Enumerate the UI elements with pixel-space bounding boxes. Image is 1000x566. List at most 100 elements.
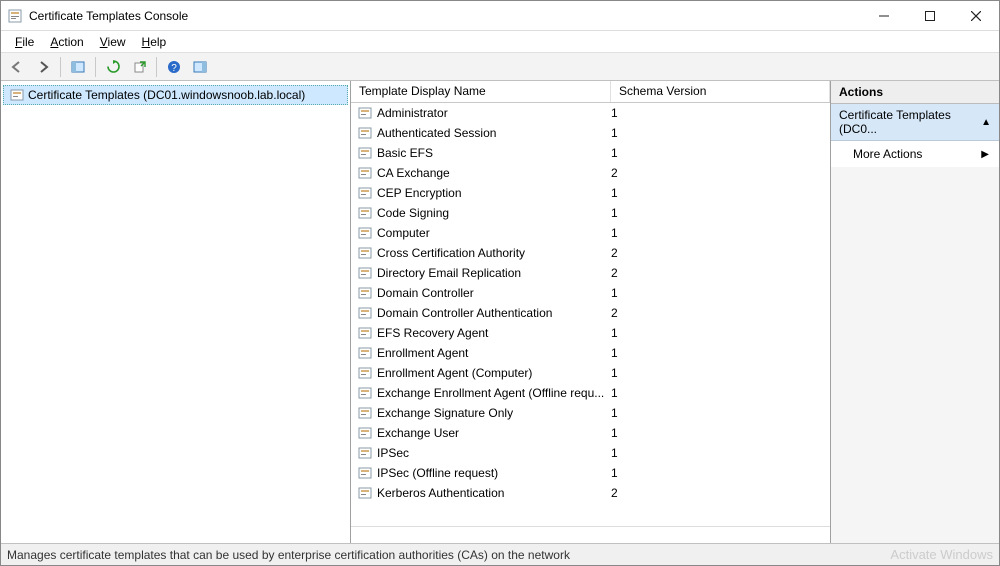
template-name: Domain Controller [377,286,611,300]
template-name: Administrator [377,106,611,120]
list-item[interactable]: IPSec (Offline request)1 [351,463,830,483]
certificate-template-icon [357,325,373,341]
menu-file[interactable]: FFileile [9,33,40,51]
template-schema: 1 [611,326,830,340]
minimize-button[interactable] [861,1,907,31]
list-item[interactable]: Exchange Enrollment Agent (Offline requ.… [351,383,830,403]
back-button[interactable] [5,56,29,78]
show-hide-actions-button[interactable] [188,56,212,78]
template-name: Exchange User [377,426,611,440]
template-name: Directory Email Replication [377,266,611,280]
actions-header: Actions [831,81,999,104]
certificate-template-icon [357,465,373,481]
forward-button[interactable] [31,56,55,78]
template-schema: 2 [611,166,830,180]
template-schema: 1 [611,106,830,120]
list-pane: Template Display Name Schema Version Adm… [351,81,831,543]
list-item[interactable]: Enrollment Agent (Computer)1 [351,363,830,383]
menu-help[interactable]: Help [136,33,173,51]
show-hide-tree-button[interactable] [66,56,90,78]
app-icon [7,8,23,24]
certificate-template-icon [357,345,373,361]
template-schema: 2 [611,246,830,260]
template-name: Code Signing [377,206,611,220]
template-name: Enrollment Agent [377,346,611,360]
template-schema: 1 [611,346,830,360]
actions-group[interactable]: Certificate Templates (DC0... ▲ [831,104,999,141]
template-name: Computer [377,226,611,240]
template-schema: 1 [611,186,830,200]
template-schema: 2 [611,266,830,280]
toolbar-separator [95,57,96,77]
list-item[interactable]: Basic EFS1 [351,143,830,163]
template-name: EFS Recovery Agent [377,326,611,340]
list-item[interactable]: Directory Email Replication2 [351,263,830,283]
certificate-template-icon [357,145,373,161]
list-item[interactable]: Kerberos Authentication2 [351,483,830,503]
list-body[interactable]: Administrator1Authenticated Session1Basi… [351,103,830,526]
title-bar: Certificate Templates Console [1,1,999,31]
list-item[interactable]: CEP Encryption1 [351,183,830,203]
certificate-template-icon [357,405,373,421]
status-bar: Manages certificate templates that can b… [1,543,999,565]
certificate-template-icon [357,225,373,241]
list-item[interactable]: Exchange User1 [351,423,830,443]
list-item[interactable]: Exchange Signature Only1 [351,403,830,423]
template-schema: 1 [611,286,830,300]
template-schema: 1 [611,146,830,160]
certificate-template-icon [357,165,373,181]
list-item[interactable]: IPSec1 [351,443,830,463]
list-item[interactable]: Enrollment Agent1 [351,343,830,363]
certificate-template-icon [357,205,373,221]
list-item[interactable]: Authenticated Session1 [351,123,830,143]
tree-root-node[interactable]: Certificate Templates (DC01.windowsnoob.… [3,85,348,105]
list-item[interactable]: CA Exchange2 [351,163,830,183]
list-item[interactable]: Code Signing1 [351,203,830,223]
column-header-name[interactable]: Template Display Name [351,81,611,102]
template-name: Basic EFS [377,146,611,160]
close-button[interactable] [953,1,999,31]
template-schema: 1 [611,386,830,400]
template-schema: 1 [611,426,830,440]
template-schema: 1 [611,446,830,460]
refresh-button[interactable] [101,56,125,78]
maximize-button[interactable] [907,1,953,31]
template-name: Kerberos Authentication [377,486,611,500]
template-name: Domain Controller Authentication [377,306,611,320]
tree-root-label: Certificate Templates (DC01.windowsnoob.… [28,88,305,102]
actions-more[interactable]: More Actions ▶ [831,141,999,167]
list-item[interactable]: Domain Controller Authentication2 [351,303,830,323]
certificate-template-icon [357,105,373,121]
template-schema: 1 [611,126,830,140]
collapse-icon: ▲ [981,117,991,128]
certificate-template-icon [357,245,373,261]
help-button[interactable]: ? [162,56,186,78]
list-item[interactable]: Administrator1 [351,103,830,123]
column-header-schema[interactable]: Schema Version [611,81,830,102]
certificate-template-icon [357,285,373,301]
menu-bar: FFileile Action View Help [1,31,999,53]
list-item[interactable]: Cross Certification Authority2 [351,243,830,263]
certificate-template-icon [357,185,373,201]
export-button[interactable] [127,56,151,78]
list-item[interactable]: EFS Recovery Agent1 [351,323,830,343]
list-item[interactable]: Domain Controller1 [351,283,830,303]
template-name: Authenticated Session [377,126,611,140]
certificate-template-icon [357,485,373,501]
template-schema: 1 [611,366,830,380]
chevron-right-icon: ▶ [981,149,989,160]
template-schema: 2 [611,486,830,500]
list-item[interactable]: Computer1 [351,223,830,243]
menu-view[interactable]: View [94,33,132,51]
template-schema: 1 [611,406,830,420]
certificate-template-icon [357,305,373,321]
toolbar-separator [156,57,157,77]
template-schema: 1 [611,206,830,220]
toolbar-separator [60,57,61,77]
menu-action[interactable]: Action [44,33,89,51]
workspace: Certificate Templates (DC01.windowsnoob.… [1,81,999,543]
list-horizontal-scrollbar[interactable] [351,526,830,543]
template-name: CA Exchange [377,166,611,180]
tree-pane[interactable]: Certificate Templates (DC01.windowsnoob.… [1,81,351,543]
svg-text:?: ? [171,63,177,74]
